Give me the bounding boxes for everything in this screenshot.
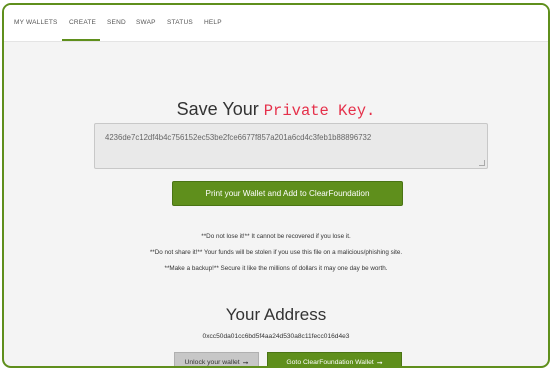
warning-do-not-share: **Do not share it!** Your funds will be … bbox=[149, 249, 403, 256]
print-wallet-button[interactable]: Print your Wallet and Add to ClearFounda… bbox=[172, 181, 403, 206]
unlock-wallet-label: Unlock your wallet bbox=[184, 359, 240, 366]
tab-create[interactable]: CREATE bbox=[69, 19, 96, 26]
unlock-wallet-button[interactable]: Unlock your wallet ➞ bbox=[174, 352, 259, 367]
goto-wallet-label: Goto ClearFoundation Wallet bbox=[286, 359, 374, 366]
resize-handle-icon[interactable] bbox=[479, 160, 485, 166]
tab-send[interactable]: SEND bbox=[107, 19, 126, 26]
arrow-right-icon: ➞ bbox=[376, 359, 383, 367]
address-heading: Your Address bbox=[225, 305, 327, 324]
wallet-address: 0xcc50da01cc6bd5f4aa24d530a8c11fecc016d4… bbox=[202, 333, 350, 340]
tab-help[interactable]: HELP bbox=[204, 19, 222, 26]
private-key-textarea[interactable]: 4236de7c12df4b4c756152ec53be2fce6677f857… bbox=[94, 123, 488, 169]
warning-make-backup: **Make a backup!** Secure it like the mi… bbox=[164, 265, 388, 272]
private-key-value: 4236de7c12df4b4c756152ec53be2fce6677f857… bbox=[105, 133, 372, 142]
top-nav: MY WALLETS CREATE SEND SWAP STATUS HELP bbox=[4, 5, 548, 42]
goto-wallet-button[interactable]: Goto ClearFoundation Wallet ➞ bbox=[267, 352, 402, 367]
arrow-right-icon: ➞ bbox=[242, 359, 249, 367]
app-frame: MY WALLETS CREATE SEND SWAP STATUS HELP … bbox=[2, 3, 550, 368]
active-tab-indicator bbox=[62, 39, 100, 41]
tab-my-wallets[interactable]: MY WALLETS bbox=[14, 19, 58, 26]
warning-do-not-lose: **Do not lose it!** It cannot be recover… bbox=[201, 233, 351, 240]
tab-swap[interactable]: SWAP bbox=[136, 19, 156, 26]
save-key-heading: Save Your Private Key. bbox=[4, 99, 548, 120]
heading-prefix: Save Your bbox=[176, 99, 259, 119]
heading-private-key: Private Key. bbox=[263, 102, 376, 120]
tab-status[interactable]: STATUS bbox=[167, 19, 193, 26]
